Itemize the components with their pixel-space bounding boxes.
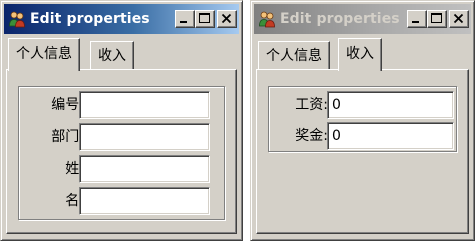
minimize-icon: [412, 21, 419, 23]
maximize-icon: [199, 13, 210, 23]
field-row-surname: 姓:: [19, 155, 224, 183]
maximize-button[interactable]: [427, 10, 447, 28]
tab-income[interactable]: 收入: [338, 38, 382, 71]
field-row-given-name: 名:: [19, 187, 224, 215]
department-input[interactable]: [79, 123, 210, 151]
fields-group: 编号: 部门: 姓: 名:: [18, 86, 225, 220]
given-name-input[interactable]: [79, 187, 210, 215]
salary-label: 工资:: [295, 97, 328, 113]
field-row-salary: 工资:: [269, 91, 456, 119]
window-title: Edit properties: [30, 11, 150, 27]
tab-personal-info[interactable]: 个人信息: [8, 38, 80, 71]
close-button[interactable]: [449, 10, 469, 28]
salary-input[interactable]: [327, 91, 454, 119]
minimize-button[interactable]: [407, 10, 427, 28]
title-bar[interactable]: Edit properties: [254, 4, 471, 34]
window-title: Edit properties: [280, 11, 400, 27]
close-icon: [221, 13, 232, 24]
close-button[interactable]: [217, 10, 237, 28]
bonus-input[interactable]: [327, 122, 454, 150]
tab-panel-income: 工资: 奖金:: [256, 69, 469, 234]
field-row-bonus: 奖金:: [269, 122, 456, 150]
bonus-label: 奖金:: [295, 128, 328, 144]
tab-personal-info[interactable]: 个人信息: [258, 41, 330, 70]
surname-input[interactable]: [79, 155, 210, 183]
maximize-icon: [431, 13, 442, 23]
minimize-icon: [180, 21, 187, 23]
maximize-button[interactable]: [195, 10, 215, 28]
minimize-button[interactable]: [175, 10, 195, 28]
id-input[interactable]: [79, 91, 210, 119]
edit-properties-window-income: Edit properties 个人信息 收入 工资: 奖金:: [250, 0, 475, 241]
close-icon: [453, 13, 464, 24]
tab-strip: 个人信息 收入: [8, 38, 237, 71]
tab-income[interactable]: 收入: [90, 41, 134, 70]
title-bar[interactable]: Edit properties: [4, 4, 239, 34]
field-row-department: 部门:: [19, 123, 224, 151]
field-row-id: 编号:: [19, 91, 224, 119]
tab-strip: 个人信息 收入: [258, 38, 469, 71]
people-icon[interactable]: [258, 10, 276, 28]
tab-panel-personal-info: 编号: 部门: 姓: 名:: [6, 69, 237, 234]
fields-group: 工资: 奖金:: [268, 86, 457, 152]
people-icon[interactable]: [8, 10, 26, 28]
edit-properties-window-personal: Edit properties 个人信息 收入 编号: 部门: 姓: 名:: [0, 0, 243, 241]
